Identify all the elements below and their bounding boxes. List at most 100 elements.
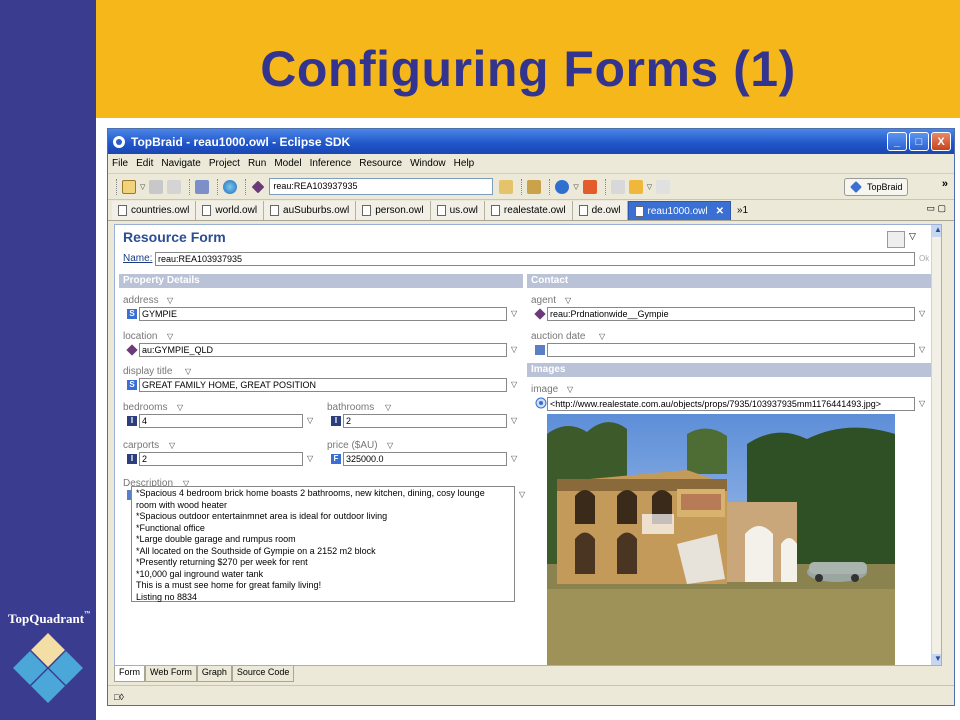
print-icon[interactable]	[167, 179, 182, 194]
tab-graph[interactable]: Graph	[196, 666, 232, 682]
bedrooms-dropdown-icon[interactable]: ▽	[307, 416, 313, 425]
bathrooms-label: bathrooms	[327, 402, 375, 413]
tab-source-code[interactable]: Source Code	[231, 666, 295, 682]
globe-icon[interactable]	[223, 179, 238, 194]
auction-date-menu-icon[interactable]: ▽	[599, 332, 605, 341]
run-icon[interactable]	[555, 179, 570, 194]
tab-reau1000[interactable]: reau1000.owl ✕	[627, 201, 731, 220]
menu-window[interactable]: Window	[410, 158, 446, 169]
menu-run[interactable]: Run	[248, 158, 266, 169]
close-button[interactable]: X	[931, 132, 951, 151]
home-icon[interactable]	[499, 179, 514, 194]
toolbar-overflow-icon[interactable]: »	[942, 178, 948, 190]
bathrooms-dropdown-icon[interactable]: ▽	[511, 416, 517, 425]
back-dropdown-icon[interactable]: ▽	[647, 183, 652, 191]
minimize-button[interactable]: _	[887, 132, 907, 151]
bedrooms-menu-icon[interactable]: ▽	[177, 403, 183, 412]
agent-dropdown-icon[interactable]: ▽	[919, 309, 925, 318]
close-tab-icon[interactable]: ✕	[716, 206, 724, 217]
back-arrow-icon[interactable]	[628, 179, 643, 194]
back-history-icon[interactable]	[610, 179, 625, 194]
tab-label: realestate.owl	[503, 205, 566, 216]
tab-overflow-indicator[interactable]: »1	[737, 205, 748, 220]
new-file-icon[interactable]	[122, 179, 136, 194]
location-dropdown-icon[interactable]: ▽	[511, 345, 517, 354]
topbraid-perspective-button[interactable]: TopBraid	[844, 178, 908, 196]
form-layout-icon[interactable]	[887, 231, 905, 248]
price-menu-icon[interactable]: ▽	[387, 441, 393, 450]
maximize-button[interactable]: □	[909, 132, 929, 151]
vertical-scrollbar[interactable]: ▲ ▼	[931, 225, 941, 665]
location-menu-icon[interactable]: ▽	[167, 332, 173, 341]
address-menu-icon[interactable]: ▽	[167, 296, 173, 305]
import-icon[interactable]	[527, 179, 542, 194]
tab-ausuburbs[interactable]: auSuburbs.owl	[264, 201, 357, 220]
address-dropdown-icon[interactable]: ▽	[511, 309, 517, 318]
notebook-icon[interactable]	[195, 179, 210, 194]
menu-project[interactable]: Project	[209, 158, 240, 169]
name-ok-button[interactable]: Ok	[919, 254, 929, 263]
carports-input[interactable]: 2	[139, 452, 303, 466]
carports-label: carports	[123, 440, 160, 451]
tab-world[interactable]: world.owl	[196, 201, 265, 220]
save-icon[interactable]	[149, 179, 164, 194]
form-menu-dropdown-icon[interactable]: ▽	[909, 231, 916, 242]
file-icon	[490, 205, 500, 216]
bathrooms-input[interactable]: 2	[343, 414, 507, 428]
skip-back-icon[interactable]	[582, 179, 597, 194]
description-textarea[interactable]: *Spacious 4 bedroom brick home boasts 2 …	[131, 486, 515, 602]
tab-person[interactable]: person.owl	[356, 201, 431, 220]
description-line: room with wood heater	[136, 499, 228, 510]
menu-navigate[interactable]: Navigate	[161, 158, 200, 169]
file-icon	[634, 205, 644, 217]
image-url-input[interactable]: <http://www.realestate.com.au/objects/pr…	[547, 397, 915, 411]
resource-input[interactable]: reau:REA103937935	[269, 178, 494, 195]
minimize-maximize-editor-icon[interactable]: ▭ ▢	[926, 203, 946, 214]
display-title-dropdown-icon[interactable]: ▽	[511, 380, 517, 389]
fast-view-icon[interactable]: □◊	[114, 692, 124, 702]
menu-resource[interactable]: Resource	[359, 158, 402, 169]
property-photo	[547, 414, 895, 665]
menu-help[interactable]: Help	[454, 158, 475, 169]
description-line: *Presently returning $270 per week for r…	[136, 557, 308, 567]
menu-edit[interactable]: Edit	[136, 158, 153, 169]
scroll-up-icon[interactable]: ▲	[932, 225, 941, 237]
integer-type-icon: I	[127, 454, 137, 464]
tab-realestate[interactable]: realestate.owl	[484, 201, 573, 220]
auction-date-input[interactable]	[547, 343, 915, 357]
window-titlebar: TopBraid - reau1000.owl - Eclipse SDK _ …	[108, 129, 954, 154]
agent-input[interactable]: reau:Prdnationwide__Gympie	[547, 307, 915, 321]
tab-label: auSuburbs.owl	[283, 205, 350, 216]
address-input[interactable]: GYMPIE	[139, 307, 507, 321]
image-menu-icon[interactable]: ▽	[567, 385, 573, 394]
tab-label: world.owl	[215, 205, 258, 216]
run-dropdown-icon[interactable]: ▽	[573, 183, 578, 191]
display-title-menu-icon[interactable]: ▽	[185, 367, 191, 376]
image-dropdown-icon[interactable]: ▽	[919, 399, 925, 408]
description-dropdown-icon[interactable]: ▽	[519, 490, 525, 499]
tab-form[interactable]: Form	[114, 666, 145, 682]
forward-arrow-icon[interactable]	[656, 179, 671, 194]
bathrooms-menu-icon[interactable]: ▽	[385, 403, 391, 412]
bedrooms-input[interactable]: 4	[139, 414, 303, 428]
agent-menu-icon[interactable]: ▽	[565, 296, 571, 305]
tab-countries[interactable]: countries.owl	[112, 201, 197, 220]
scroll-down-icon[interactable]: ▼	[932, 654, 941, 665]
carports-dropdown-icon[interactable]: ▽	[307, 454, 313, 463]
menu-inference[interactable]: Inference	[310, 158, 352, 169]
carports-menu-icon[interactable]: ▽	[169, 441, 175, 450]
tab-web-form[interactable]: Web Form	[145, 666, 197, 682]
tab-de[interactable]: de.owl	[572, 201, 628, 220]
toolbar-separator	[549, 178, 551, 195]
price-dropdown-icon[interactable]: ▽	[511, 454, 517, 463]
menu-file[interactable]: File	[112, 158, 128, 169]
menu-model[interactable]: Model	[274, 158, 301, 169]
new-dropdown-icon[interactable]: ▽	[140, 183, 145, 191]
display-title-input[interactable]: GREAT FAMILY HOME, GREAT POSITION	[139, 378, 507, 392]
name-field[interactable]: reau:REA103937935	[155, 252, 915, 266]
auction-date-dropdown-icon[interactable]: ▽	[919, 345, 925, 354]
location-input[interactable]: au:GYMPIE_QLD	[139, 343, 507, 357]
float-type-icon: F	[331, 454, 341, 464]
price-input[interactable]: 325000.0	[343, 452, 507, 466]
tab-us[interactable]: us.owl	[430, 201, 485, 220]
